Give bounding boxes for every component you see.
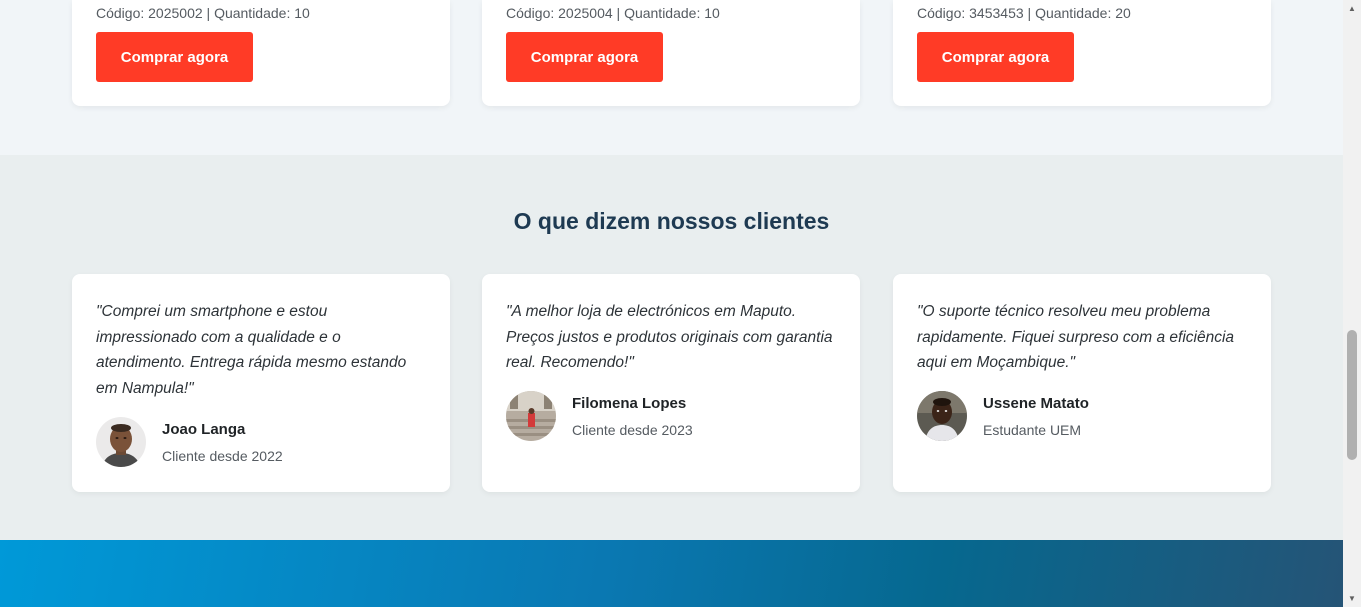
person-photo-avatar xyxy=(917,391,967,441)
testimonial-card: "O suporte técnico resolveu meu problema… xyxy=(893,274,1271,492)
scroll-down-arrow-icon[interactable]: ▼ xyxy=(1343,590,1361,607)
author-subtitle: Cliente desde 2022 xyxy=(162,447,283,464)
buy-now-button[interactable]: Comprar agora xyxy=(506,32,663,82)
products-section: Código: 2025002 | Quantidade: 10 Comprar… xyxy=(0,0,1343,155)
product-meta: Código: 2025002 | Quantidade: 10 xyxy=(96,5,310,21)
testimonial-card: "A melhor loja de electrónicos em Maputo… xyxy=(482,274,860,492)
author-subtitle: Estudante UEM xyxy=(983,421,1082,438)
author-info: Ussene Matato Estudante UEM xyxy=(983,394,1089,439)
testimonial-quote: "O suporte técnico resolveu meu problema… xyxy=(917,303,1235,371)
testimonial-quote: "Comprei um smartphone e estou impressio… xyxy=(96,303,407,397)
testimonial-card: "Comprei um smartphone e estou impressio… xyxy=(72,274,450,492)
person-photo-avatar xyxy=(96,417,146,467)
footer-banner xyxy=(0,540,1343,607)
person-photo-avatar xyxy=(506,391,556,441)
testimonial-quote: "A melhor loja de electrónicos em Maputo… xyxy=(506,303,833,371)
author-subtitle: Cliente desde 2023 xyxy=(572,421,693,438)
vertical-scrollbar[interactable]: ▲ ▼ xyxy=(1343,0,1361,607)
product-card: Código: 2025002 | Quantidade: 10 Comprar… xyxy=(72,0,450,106)
product-card: Código: 2025004 | Quantidade: 10 Comprar… xyxy=(482,0,860,106)
page: Código: 2025002 | Quantidade: 10 Comprar… xyxy=(0,0,1361,607)
author-info: Joao Langa Cliente desde 2022 xyxy=(162,420,283,465)
section-title: O que dizem nossos clientes xyxy=(513,208,830,234)
product-meta: Código: 2025004 | Quantidade: 10 xyxy=(506,5,720,21)
page-content: Código: 2025002 | Quantidade: 10 Comprar… xyxy=(0,0,1343,607)
product-card: Código: 3453453 | Quantidade: 20 Comprar… xyxy=(893,0,1271,106)
buy-now-button[interactable]: Comprar agora xyxy=(917,32,1074,82)
testimonials-section: O que dizem nossos clientes "Comprei um … xyxy=(0,155,1343,540)
scrollbar-thumb[interactable] xyxy=(1347,330,1357,460)
product-meta: Código: 3453453 | Quantidade: 20 xyxy=(917,5,1131,21)
author-name: Joao Langa xyxy=(162,420,246,438)
testimonial-author: Joao Langa Cliente desde 2022 xyxy=(96,417,283,467)
testimonial-author: Filomena Lopes Cliente desde 2023 xyxy=(506,391,693,441)
testimonial-author: Ussene Matato Estudante UEM xyxy=(917,391,1089,441)
author-info: Filomena Lopes Cliente desde 2023 xyxy=(572,394,693,439)
scroll-up-arrow-icon[interactable]: ▲ xyxy=(1343,0,1361,17)
buy-now-button[interactable]: Comprar agora xyxy=(96,32,253,82)
author-name: Filomena Lopes xyxy=(572,394,687,412)
author-name: Ussene Matato xyxy=(983,394,1089,412)
